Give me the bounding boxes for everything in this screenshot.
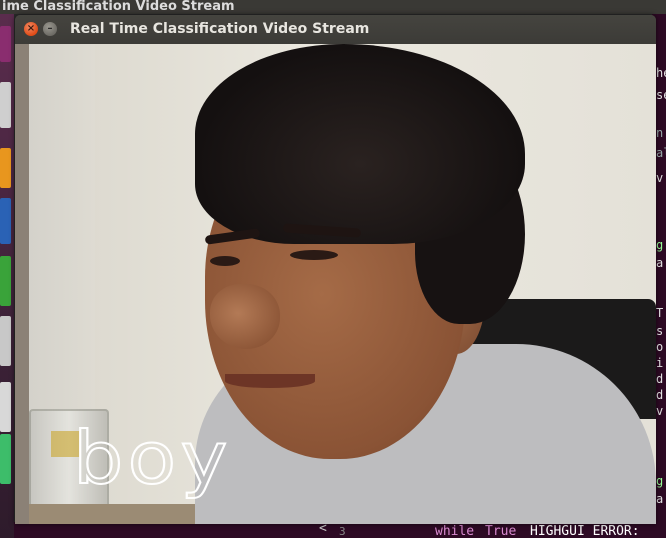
editor-fragment: se (656, 88, 666, 102)
window-titlebar[interactable]: × – Real Time Classification Video Strea… (15, 15, 656, 44)
eye (290, 250, 338, 260)
window-title: Real Time Classification Video Stream (70, 21, 370, 37)
launcher-icon[interactable] (0, 82, 11, 128)
classification-window: × – Real Time Classification Video Strea… (15, 15, 656, 524)
launcher-icon[interactable] (0, 434, 11, 484)
launcher-icon[interactable] (0, 26, 11, 62)
error-text: HIGHGUI ERROR: (530, 524, 640, 538)
scroll-left-icon[interactable]: < (319, 522, 327, 536)
launcher-icon[interactable] (0, 316, 11, 366)
editor-fragment: a (656, 492, 664, 506)
eye (210, 256, 240, 266)
editor-fragment: he (656, 66, 666, 80)
mouth (225, 374, 315, 388)
nose (210, 284, 280, 349)
editor-fragment: i (656, 356, 664, 370)
editor-fragment: g (656, 238, 664, 252)
picture-frame-edge (15, 44, 29, 524)
editor-fragment: d (656, 388, 664, 402)
terminal-strip: < 3 while True HIGHGUI ERROR: (14, 522, 666, 538)
editor-fragment: al (656, 146, 666, 160)
launcher-icon[interactable] (0, 198, 11, 244)
editor-fragment: a (656, 256, 664, 270)
editor-fragment: o (656, 340, 664, 354)
desk (29, 504, 209, 524)
launcher (0, 14, 14, 538)
editor-fragment: T (656, 306, 664, 320)
launcher-icon[interactable] (0, 148, 11, 188)
minimize-icon[interactable]: – (43, 22, 57, 36)
prediction-label: boy (72, 416, 232, 500)
editor-fragment: s (656, 324, 664, 338)
launcher-icon[interactable] (0, 382, 11, 432)
launcher-icon[interactable] (0, 256, 11, 306)
video-frame: boy (15, 44, 656, 524)
editor-fragment: v (656, 171, 664, 185)
editor-fragment: d (656, 372, 664, 386)
editor-fragment: n (656, 126, 664, 140)
code-keyword: while (435, 524, 475, 538)
line-number: 3 (339, 525, 346, 538)
editor-fragment: v (656, 404, 664, 418)
code-value: True (485, 524, 517, 538)
close-icon[interactable]: × (24, 22, 38, 36)
editor-fragment: g (656, 474, 664, 488)
background-window-title: ime Classification Video Stream (0, 0, 666, 14)
